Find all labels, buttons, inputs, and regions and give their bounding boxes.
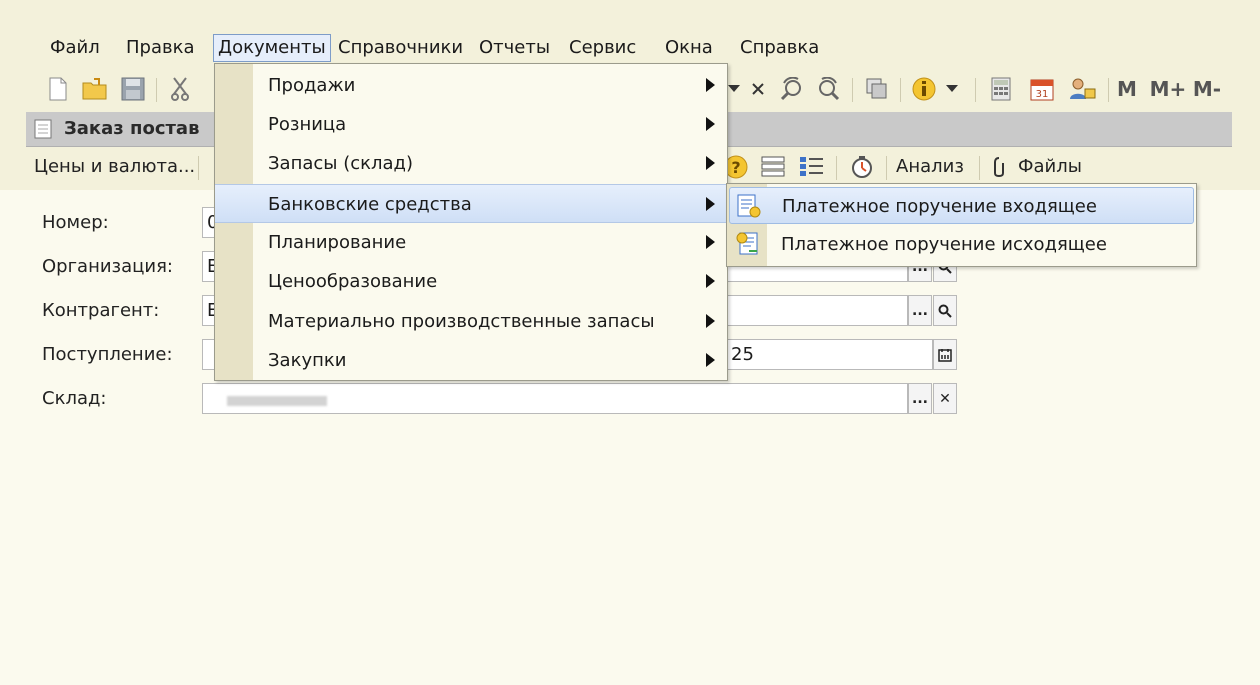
open-folder-icon[interactable] [80, 72, 110, 106]
menu-reports[interactable]: Отчеты [479, 34, 550, 62]
incoming-payment-order-icon [736, 193, 762, 219]
menu-item-planning[interactable]: Планирование [215, 223, 727, 262]
submenu-arrow-icon [706, 274, 715, 288]
m-plus-button[interactable]: M+ [1148, 72, 1188, 106]
menu-file[interactable]: Файл [50, 34, 100, 62]
submenu-arrow-icon [706, 117, 715, 131]
counterparty-search-icon[interactable] [933, 295, 957, 326]
warehouse-clear-button[interactable]: ✕ [933, 383, 957, 414]
menu-windows[interactable]: Окна [665, 34, 713, 62]
outgoing-payment-order-icon [735, 231, 761, 257]
files-button[interactable]: Файлы [1018, 150, 1082, 184]
menu-help[interactable]: Справка [740, 34, 819, 62]
menu-item-label: Банковские средства [268, 194, 472, 215]
info-icon[interactable] [908, 72, 942, 106]
menu-item-label: Ценообразование [268, 271, 438, 292]
windows-icon[interactable] [862, 72, 892, 106]
menu-item-pricing[interactable]: Ценообразование [215, 262, 727, 301]
menu-catalogs[interactable]: Справочники [338, 34, 463, 62]
counterparty-select-button[interactable]: ... [908, 295, 932, 326]
prices-and-currency-button[interactable]: Цены и валюта... [34, 150, 195, 184]
warehouse-select-button[interactable]: ... [908, 383, 932, 414]
submenu-arrow-icon [706, 78, 715, 92]
submenu-arrow-icon [706, 197, 715, 211]
paperclip-icon[interactable] [988, 150, 1010, 184]
new-document-icon[interactable] [44, 72, 72, 106]
timer-icon[interactable] [846, 150, 878, 184]
menu-service[interactable]: Сервис [569, 34, 636, 62]
svg-text:31: 31 [1036, 89, 1049, 100]
counterparty-field-tail[interactable] [726, 295, 908, 326]
users-icon[interactable] [1066, 72, 1100, 106]
menu-item-stock[interactable]: Запасы (склад) [215, 144, 727, 183]
receipt-calendar-icon[interactable] [933, 339, 957, 370]
menu-item-sales[interactable]: Продажи [215, 66, 727, 105]
warehouse-label: Склад: [42, 388, 107, 409]
submenu-arrow-icon [706, 235, 715, 249]
checklist-icon[interactable] [796, 150, 828, 184]
save-icon[interactable] [118, 72, 148, 106]
m-button[interactable]: M [1114, 72, 1140, 106]
menu-documents[interactable]: Документы [213, 34, 331, 62]
menu-item-label: Закупки [268, 350, 347, 371]
menu-item-purchases[interactable]: Закупки [215, 341, 727, 380]
menu-item-label: Запасы (склад) [268, 153, 413, 174]
search-back-icon[interactable] [812, 72, 844, 106]
submenu-arrow-icon [706, 314, 715, 328]
submenu-item-label: Платежное поручение входящее [782, 196, 1097, 217]
documents-dropdown-menu: Продажи Розница Запасы (склад) Банковски… [214, 63, 728, 381]
submenu-arrow-icon [706, 156, 715, 170]
document-icon [34, 119, 52, 143]
blurred-value [227, 396, 327, 406]
menu-edit[interactable]: Правка [126, 34, 195, 62]
receipt-date-field[interactable]: 25 [726, 339, 933, 370]
organization-label: Организация: [42, 256, 173, 277]
counterparty-label: Контрагент: [42, 300, 160, 321]
submenu-arrow-icon [706, 353, 715, 367]
svg-text:?: ? [731, 158, 740, 177]
warehouse-field[interactable] [202, 383, 908, 414]
submenu-item-incoming-payment-order[interactable]: Платежное поручение входящее [729, 187, 1194, 224]
menu-item-label: Планирование [268, 232, 407, 253]
submenu-item-outgoing-payment-order[interactable]: Платежное поручение исходящее [729, 226, 1194, 263]
calculator-icon[interactable] [986, 72, 1016, 106]
close-x-icon[interactable] [746, 72, 770, 106]
menu-item-inventory[interactable]: Материально производственные запасы [215, 302, 727, 341]
dropdown-arrow-icon[interactable] [726, 72, 742, 106]
calendar-icon[interactable]: 31 [1026, 72, 1058, 106]
menu-item-label: Материально производственные запасы [268, 311, 655, 332]
menu-item-label: Продажи [268, 75, 356, 96]
receipt-label: Поступление: [42, 344, 173, 365]
m-minus-button[interactable]: M- [1190, 72, 1224, 106]
menu-item-bank-funds[interactable]: Банковские средства [215, 184, 727, 223]
cut-icon[interactable] [166, 72, 194, 106]
analysis-button[interactable]: Анализ [896, 150, 964, 184]
menu-item-label: Розница [268, 114, 347, 135]
menu-item-retail[interactable]: Розница [215, 105, 727, 144]
document-window-title: Заказ постав [64, 118, 200, 139]
number-label: Номер: [42, 212, 109, 233]
list-view-icon[interactable] [758, 150, 788, 184]
bank-funds-submenu: Платежное поручение входящее Платежное п… [726, 183, 1197, 267]
search-forward-icon[interactable] [776, 72, 808, 106]
submenu-item-label: Платежное поручение исходящее [781, 234, 1107, 255]
info-dropdown-arrow-icon[interactable] [944, 72, 960, 106]
